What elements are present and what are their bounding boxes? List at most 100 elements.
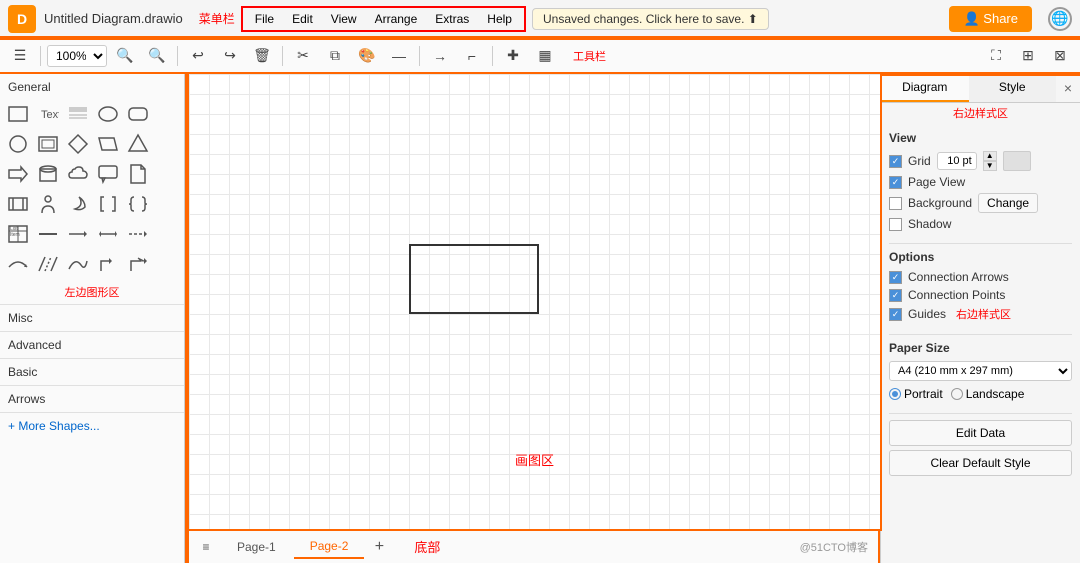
delete-button[interactable]: 🗑: [248, 43, 276, 69]
fit-button[interactable]: ⊞: [1014, 43, 1042, 69]
shape-arrow-line[interactable]: [64, 220, 92, 248]
table-button[interactable]: ▦: [531, 43, 559, 69]
grid-label: Grid: [908, 154, 931, 168]
landscape-radio[interactable]: [951, 388, 963, 400]
portrait-label[interactable]: Portrait: [889, 387, 943, 401]
insert-button[interactable]: ✚: [499, 43, 527, 69]
shape-callout[interactable]: [94, 160, 122, 188]
section-advanced[interactable]: Advanced: [0, 331, 184, 358]
shape-doc[interactable]: [124, 160, 152, 188]
menu-extras[interactable]: Extras: [427, 10, 477, 28]
grid-up-arrow[interactable]: ▲: [983, 151, 997, 161]
shape-diagonal-lines[interactable]: [34, 250, 62, 278]
panel-close-button[interactable]: ×: [1056, 74, 1080, 102]
menu-view[interactable]: View: [323, 10, 365, 28]
shape-cloud[interactable]: [64, 160, 92, 188]
more-shapes-button[interactable]: + More Shapes...: [0, 412, 184, 439]
grid-color-swatch[interactable]: [1003, 151, 1031, 171]
shape-bracket[interactable]: [94, 190, 122, 218]
right-panel-annotation: 右边样式区: [881, 105, 1080, 121]
fullscreen-button[interactable]: ⛶: [982, 43, 1010, 69]
section-basic[interactable]: Basic: [0, 358, 184, 385]
sidebar-toggle-button[interactable]: ☰: [6, 43, 34, 69]
shape-brace[interactable]: [124, 190, 152, 218]
section-misc[interactable]: Misc: [0, 304, 184, 331]
menu-arrange[interactable]: Arrange: [367, 10, 426, 28]
collapse-button[interactable]: ⊠: [1046, 43, 1074, 69]
paper-size-select[interactable]: A4 (210 mm x 297 mm) A3 Letter: [889, 361, 1072, 381]
zoom-in-button[interactable]: 🔍: [143, 43, 171, 69]
shape-diamond[interactable]: [64, 130, 92, 158]
tab-page-1[interactable]: Page-1: [221, 536, 292, 558]
zoom-select[interactable]: 100% 75% 50% 150%: [47, 45, 107, 67]
zoom-out-button[interactable]: 🔍: [111, 43, 139, 69]
background-checkbox[interactable]: [889, 197, 902, 210]
shape-double-arrow[interactable]: [94, 220, 122, 248]
shape-curved-line[interactable]: [64, 250, 92, 278]
page-view-checkbox[interactable]: [889, 176, 902, 189]
shape-rectangle[interactable]: [4, 100, 32, 128]
cut-button[interactable]: ✂: [289, 43, 317, 69]
shape-ellipse[interactable]: [94, 100, 122, 128]
paper-section-header: Paper Size: [889, 341, 1072, 355]
canvas-area[interactable]: 画图区: [189, 74, 880, 529]
shape-curve-arrows[interactable]: [4, 250, 32, 278]
clear-default-style-button[interactable]: Clear Default Style: [889, 450, 1072, 476]
guides-checkbox[interactable]: [889, 308, 902, 321]
shape-bent-arrow-up[interactable]: [94, 250, 122, 278]
canvas-rectangle-shape[interactable]: [409, 244, 539, 314]
line-button[interactable]: —: [385, 43, 413, 69]
shape-rectangle-outline[interactable]: [34, 130, 62, 158]
grid-size-input[interactable]: [937, 152, 977, 170]
redo-button[interactable]: ↪: [216, 43, 244, 69]
shape-dashed-arrow[interactable]: [124, 220, 152, 248]
shape-table[interactable]: ListItem: [4, 220, 32, 248]
connection-arrows-checkbox[interactable]: [889, 271, 902, 284]
share-button[interactable]: 👤 Share: [949, 6, 1032, 32]
shape-circle[interactable]: [4, 130, 32, 158]
connection-arrows-row: Connection Arrows: [889, 270, 1072, 284]
shape-text[interactable]: Text: [34, 100, 62, 128]
unsaved-changes-button[interactable]: Unsaved changes. Click here to save. ⬆: [532, 8, 769, 30]
fill-button[interactable]: 🎨: [353, 43, 381, 69]
grid-checkbox[interactable]: [889, 155, 902, 168]
shadow-checkbox[interactable]: [889, 218, 902, 231]
section-general[interactable]: General: [0, 74, 184, 98]
shape-cylinder[interactable]: [34, 160, 62, 188]
left-panel-annotation: 左边图形区: [0, 284, 184, 300]
section-arrows[interactable]: Arrows: [0, 385, 184, 412]
shape-triangle[interactable]: [124, 130, 152, 158]
change-background-button[interactable]: Change: [978, 193, 1038, 213]
divider-1: [889, 243, 1072, 244]
shape-rounded-rect[interactable]: [124, 100, 152, 128]
tab-style[interactable]: Style: [969, 74, 1057, 102]
shape-line-solid[interactable]: [34, 220, 62, 248]
shape-arrow-right[interactable]: [4, 160, 32, 188]
portrait-radio[interactable]: [889, 388, 901, 400]
shape-bent-arrow-right[interactable]: [124, 250, 152, 278]
edit-data-button[interactable]: Edit Data: [889, 420, 1072, 446]
landscape-label[interactable]: Landscape: [951, 387, 1025, 401]
menu-file[interactable]: File: [247, 10, 282, 28]
app-title: Untitled Diagram.drawio: [44, 11, 183, 26]
copy-button[interactable]: ⧉: [321, 43, 349, 69]
shape-heading[interactable]: [64, 100, 92, 128]
shape-parallelogram[interactable]: [94, 130, 122, 158]
shape-crescent[interactable]: [64, 190, 92, 218]
shape-process[interactable]: [4, 190, 32, 218]
tab-page-2[interactable]: Page-2: [294, 535, 365, 559]
grid-down-arrow[interactable]: ▼: [983, 161, 997, 171]
menu-edit[interactable]: Edit: [284, 10, 321, 28]
divider-2: [889, 334, 1072, 335]
connector-button[interactable]: →: [426, 43, 454, 69]
undo-button[interactable]: ↩: [184, 43, 212, 69]
tab-menu-icon[interactable]: ≡: [193, 534, 219, 560]
connection-points-checkbox[interactable]: [889, 289, 902, 302]
shape-person[interactable]: [34, 190, 62, 218]
menu-help[interactable]: Help: [479, 10, 520, 28]
waypoint-button[interactable]: ⌐: [458, 43, 486, 69]
toolbar-separator: [40, 46, 41, 66]
tab-diagram[interactable]: Diagram: [881, 74, 969, 102]
tab-add-button[interactable]: +: [366, 534, 392, 560]
globe-icon[interactable]: 🌐: [1048, 7, 1072, 31]
